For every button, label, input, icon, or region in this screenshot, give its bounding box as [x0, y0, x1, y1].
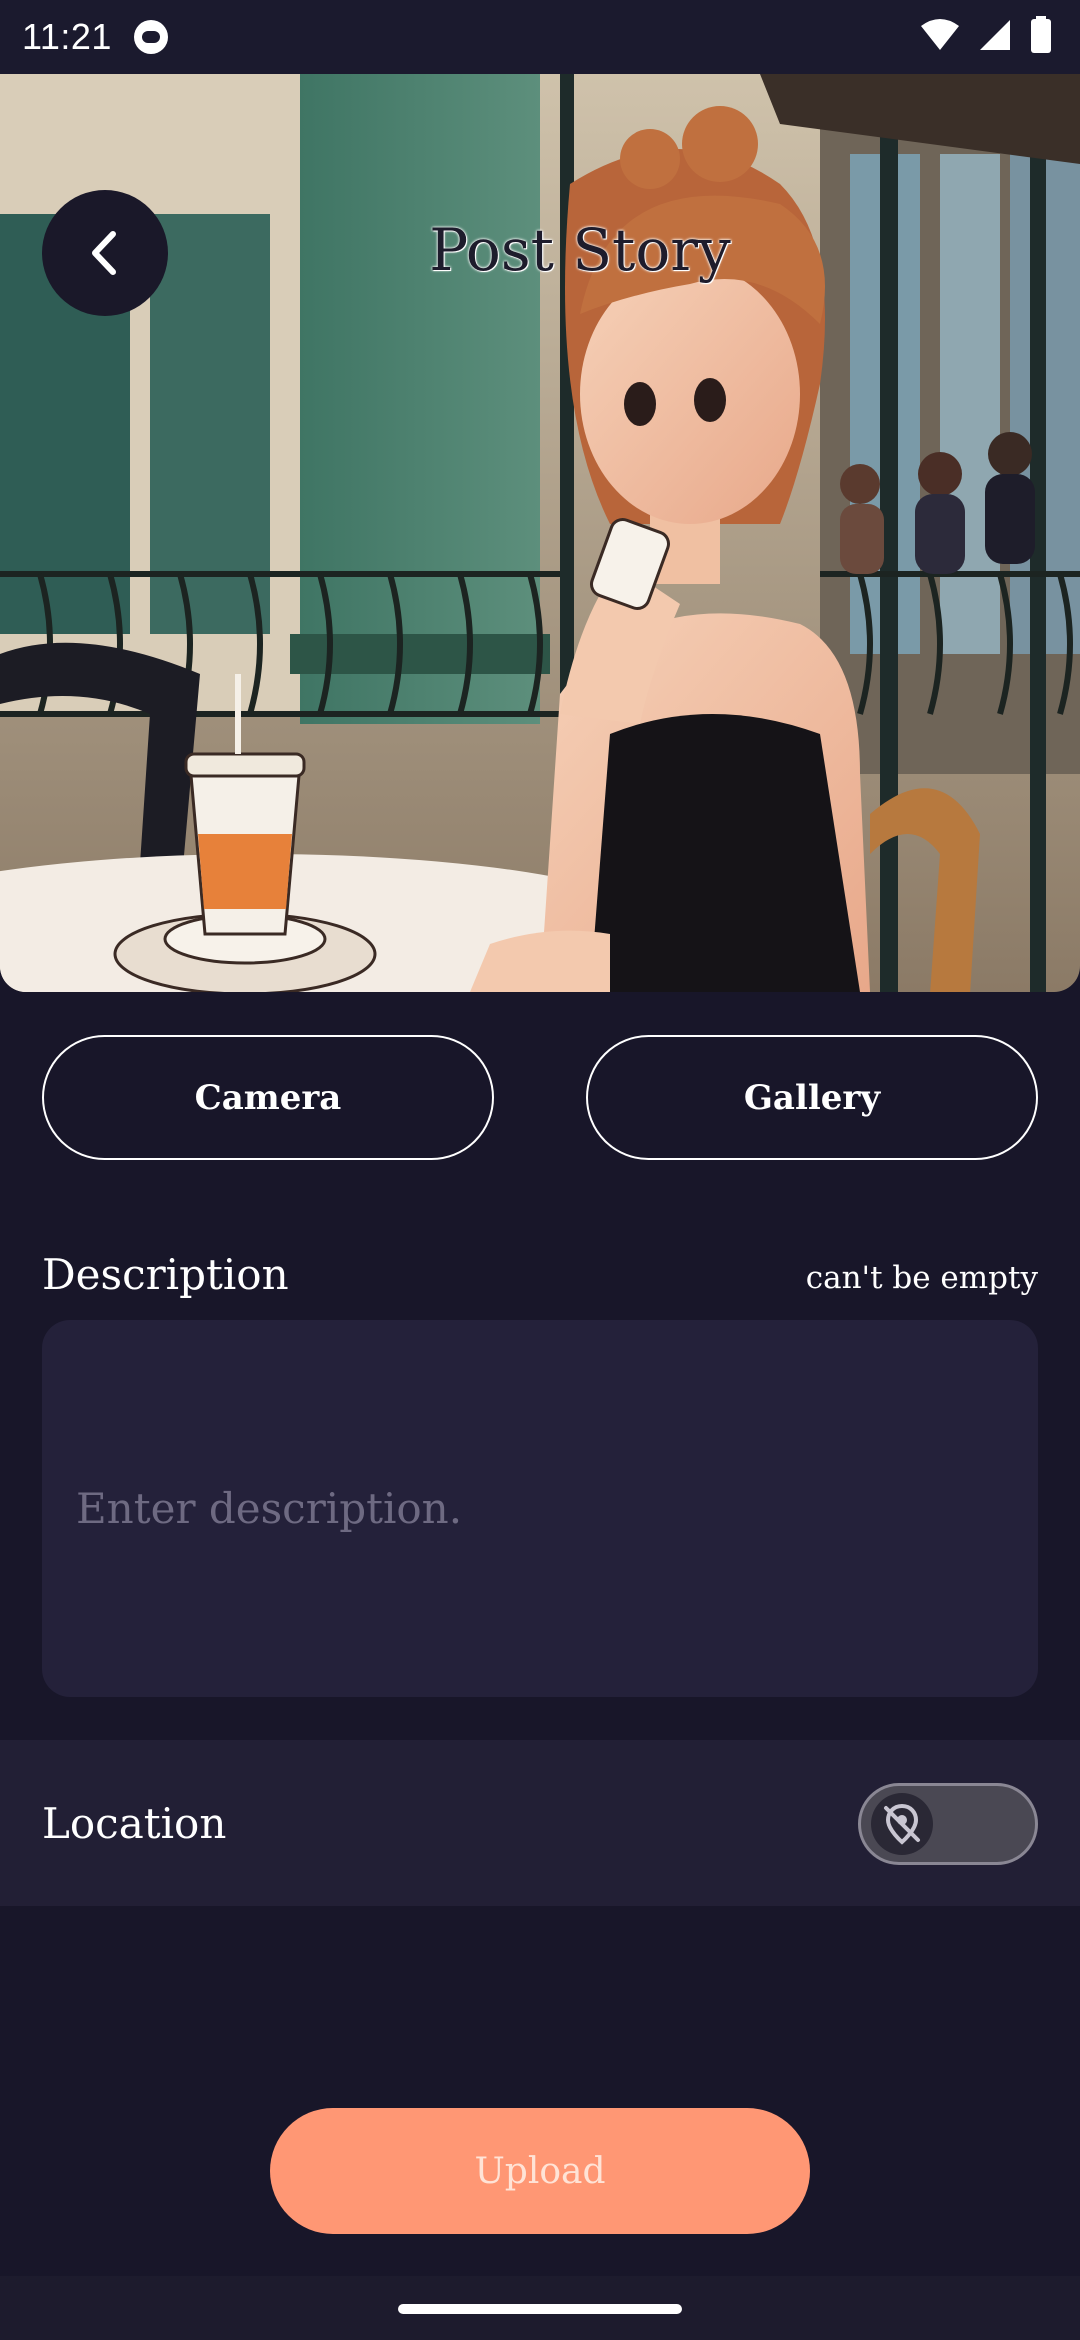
- description-label: Description: [42, 1250, 289, 1299]
- gallery-button[interactable]: Gallery: [586, 1035, 1038, 1160]
- upload-button[interactable]: Upload: [270, 2108, 810, 2234]
- chevron-left-icon: [92, 231, 116, 275]
- location-off-icon: [884, 1803, 920, 1845]
- story-image: Post Story: [0, 74, 1080, 992]
- home-indicator[interactable]: [398, 2304, 682, 2314]
- page-title: Post Story: [429, 216, 731, 284]
- cellular-signal-icon: [980, 20, 1010, 50]
- post-story-screen: 11:21 Post Story Camera Gallery Descript…: [0, 0, 1080, 2340]
- description-input[interactable]: [76, 1484, 1004, 1533]
- status-bar: 11:21: [0, 0, 1080, 74]
- navigation-bar: [0, 2276, 1080, 2340]
- wifi-icon: [921, 19, 959, 50]
- status-time: 11:21: [22, 16, 112, 57]
- back-button[interactable]: [42, 190, 168, 316]
- status-icons: [920, 16, 1052, 54]
- camera-button[interactable]: Camera: [42, 1035, 494, 1160]
- toggle-thumb: [871, 1793, 933, 1855]
- battery-icon: [1031, 16, 1051, 53]
- app-notification-icon: [133, 20, 168, 54]
- description-field[interactable]: [42, 1320, 1038, 1697]
- location-label: Location: [42, 1798, 227, 1848]
- description-error-text: can't be empty: [805, 1260, 1038, 1296]
- location-row: Location: [0, 1740, 1080, 1906]
- location-toggle[interactable]: [858, 1783, 1038, 1865]
